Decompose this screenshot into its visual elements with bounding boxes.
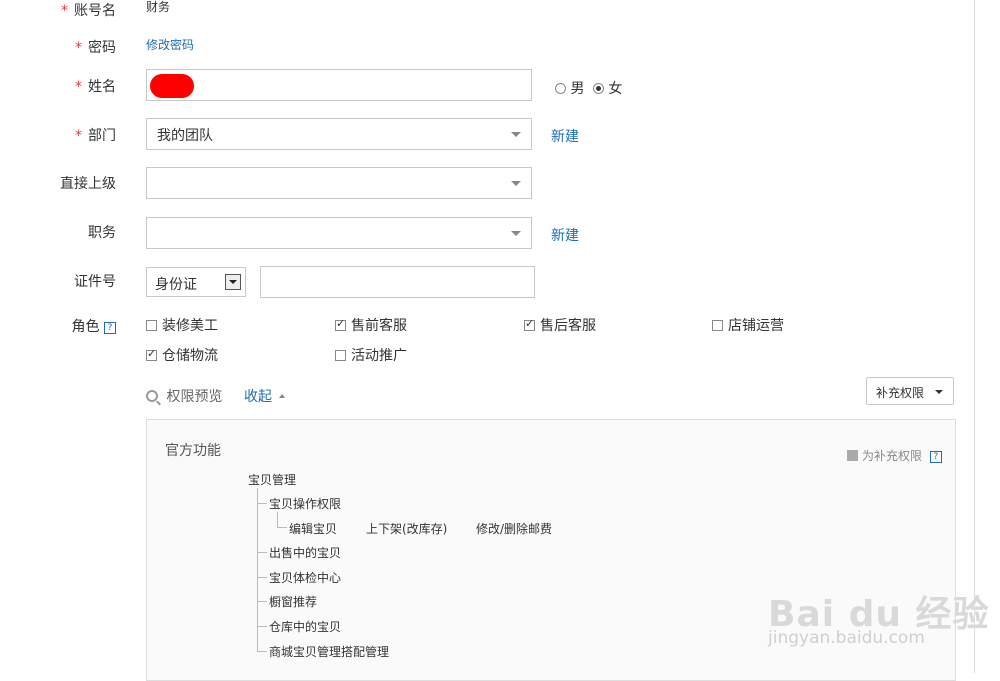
tree-node: 仓库中的宝贝	[269, 620, 342, 634]
legend-swatch	[847, 450, 858, 461]
tree-node: 宝贝操作权限	[269, 497, 342, 511]
chevron-down-icon	[511, 132, 521, 137]
checkbox-icon[interactable]	[335, 317, 346, 331]
password-label: * 密码	[75, 40, 116, 56]
search-icon	[146, 390, 161, 406]
change-password-link[interactable]: 修改密码	[146, 36, 194, 53]
role-checkbox[interactable]: 店铺运营	[712, 315, 784, 335]
role-checkbox[interactable]: 售前客服	[335, 315, 407, 335]
tree-leaf: 上下架(改库存)	[366, 522, 448, 536]
section-title: 官方功能	[165, 443, 221, 459]
id-type-value: 身份证	[155, 277, 197, 293]
help-icon[interactable]: ?	[929, 451, 942, 463]
tree-node: 宝贝体检中心	[269, 571, 342, 585]
tree-line	[257, 488, 258, 652]
supplement-permission-label: 补充权限	[876, 386, 925, 400]
chevron-down-icon	[511, 181, 521, 186]
supplement-permission-button[interactable]: 补充权限	[866, 377, 954, 405]
role-checkbox-label: 售前客服	[351, 318, 407, 334]
position-new-link[interactable]: 新建	[551, 225, 579, 245]
position-label: 职务	[88, 225, 116, 241]
gender-male-radio[interactable]	[555, 83, 566, 94]
tree-root: 宝贝管理	[248, 473, 297, 487]
help-icon[interactable]: ?	[104, 322, 116, 334]
role-checkbox-label: 装修美工	[162, 318, 218, 334]
collapse-toggle[interactable]: 收起	[244, 386, 286, 406]
dept-new-link[interactable]: 新建	[551, 126, 579, 146]
role-checkbox[interactable]: 装修美工	[146, 315, 218, 335]
role-label: 角色 ?	[6, 316, 116, 336]
tree-leaf: 编辑宝贝	[289, 522, 338, 536]
gender-female-label: 女	[608, 81, 623, 97]
account-label: * 账号名	[61, 3, 116, 19]
redacted-name	[150, 74, 194, 98]
id-label: 证件号	[74, 274, 116, 290]
id-number-input[interactable]	[260, 266, 535, 298]
checkbox-icon[interactable]	[146, 320, 157, 331]
watermark-url: jingyan.baidu.com	[768, 628, 925, 648]
position-select[interactable]	[146, 217, 532, 249]
tree-leaf: 修改/删除邮费	[476, 522, 553, 536]
account-value: 财务	[146, 0, 171, 14]
supplement-legend-label: 为补充权限	[862, 449, 923, 463]
permission-preview-label: 权限预览	[166, 389, 223, 405]
chevron-down-icon	[511, 231, 521, 236]
role-checkbox[interactable]: 售后客服	[524, 315, 596, 335]
gender-male-label: 男	[570, 81, 585, 97]
name-input[interactable]	[146, 69, 532, 101]
supplement-legend: 为补充权限 ?	[847, 447, 942, 464]
caret-down-icon	[935, 390, 943, 394]
permission-preview[interactable]: 权限预览	[146, 386, 222, 406]
role-checkbox-label: 仓储物流	[162, 348, 218, 364]
dept-selected-value: 我的团队	[157, 128, 213, 144]
gender-female-radio[interactable]	[592, 83, 604, 94]
checkbox-icon[interactable]	[335, 350, 346, 361]
role-checkbox-label: 售后客服	[540, 318, 596, 334]
tree-node: 出售中的宝贝	[269, 546, 342, 560]
role-checkbox-label: 店铺运营	[728, 318, 784, 334]
superior-select[interactable]	[146, 167, 532, 199]
checkbox-icon[interactable]	[712, 320, 723, 331]
dept-select[interactable]: 我的团队	[146, 118, 532, 150]
role-checkbox[interactable]: 仓储物流	[146, 345, 218, 365]
tree-node: 橱窗推荐	[269, 595, 318, 609]
collapse-label: 收起	[244, 389, 272, 405]
tree-node: 商城宝贝管理搭配管理	[269, 645, 390, 659]
superior-label: 直接上级	[60, 176, 116, 192]
id-type-select[interactable]: 身份证	[146, 267, 246, 297]
page-right-border	[974, 0, 975, 673]
role-checkbox-label: 活动推广	[351, 348, 407, 364]
name-label: * 姓名	[75, 79, 116, 95]
checkbox-icon[interactable]	[146, 347, 157, 361]
gender-radio-group: 男 女	[555, 78, 622, 98]
checkbox-icon[interactable]	[524, 317, 535, 331]
role-checkbox[interactable]: 活动推广	[335, 345, 407, 365]
dropdown-button-icon	[225, 274, 241, 290]
chevron-up-icon	[279, 394, 286, 398]
dept-label: * 部门	[75, 128, 116, 144]
